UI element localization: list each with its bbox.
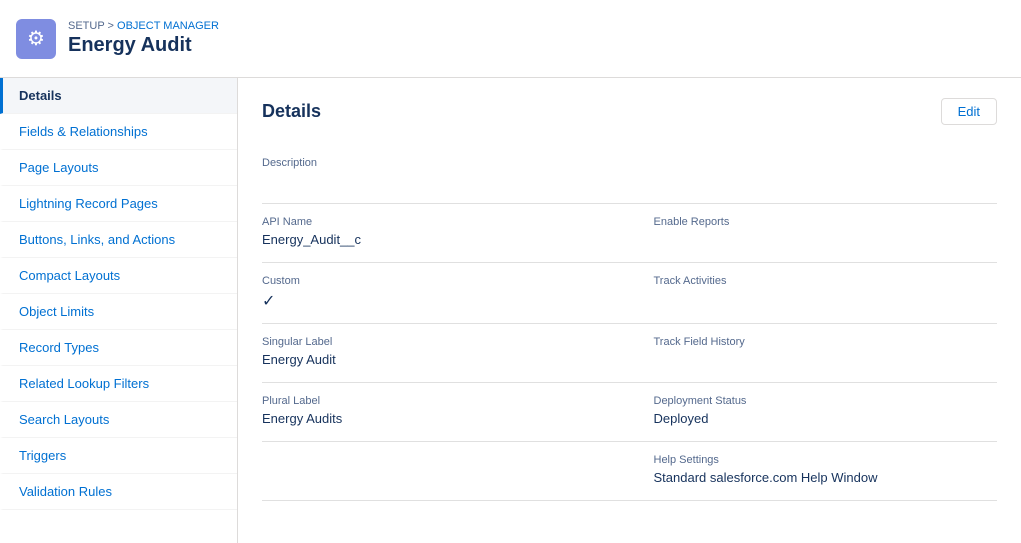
enable-reports-label: Enable Reports [654,216,998,228]
object-icon: ⚙ [16,19,56,59]
track-field-history-value [654,352,998,370]
sidebar-item-details[interactable]: Details [0,78,237,114]
singular-label-field-group: Singular Label Energy Audit [262,324,630,383]
track-activities-field-group: Track Activities [630,263,998,324]
deployment-status-field-group: Deployment Status Deployed [630,383,998,442]
sidebar-item-compact-layouts[interactable]: Compact Layouts [0,258,237,294]
help-settings-field-group: Help Settings Standard salesforce.com He… [630,442,998,501]
sidebar-item-related-lookup-filters[interactable]: Related Lookup Filters [0,366,237,402]
track-activities-label: Track Activities [654,275,998,287]
page-title: Energy Audit [68,34,219,57]
enable-reports-field-group: Enable Reports [630,204,998,263]
api-name-value: Energy_Audit__c [262,232,606,250]
sidebar-item-object-limits[interactable]: Object Limits [0,294,237,330]
edit-button[interactable]: Edit [941,98,997,125]
sidebar-item-page-layouts[interactable]: Page Layouts [0,150,237,186]
help-settings-label: Help Settings [654,454,998,466]
header-text: SETUP > OBJECT MANAGER Energy Audit [68,20,219,57]
sidebar-item-triggers[interactable]: Triggers [0,438,237,474]
description-value [262,173,997,191]
help-settings-value: Standard salesforce.com Help Window [654,470,998,488]
api-name-label: API Name [262,216,606,228]
content-title: Details [262,101,321,122]
api-name-field-group: API Name Energy_Audit__c [262,204,630,263]
sidebar-item-record-types[interactable]: Record Types [0,330,237,366]
sidebar-item-validation-rules[interactable]: Validation Rules [0,474,237,510]
content-area: Details Edit Description API Name Energy… [238,78,1021,543]
sidebar-item-buttons-links-actions[interactable]: Buttons, Links, and Actions [0,222,237,258]
content-header: Details Edit [262,98,997,125]
breadcrumb-separator: > [108,20,117,32]
main-layout: Details Fields & Relationships Page Layo… [0,78,1021,543]
custom-label: Custom [262,275,606,287]
empty-field-group [262,442,630,501]
track-field-history-field-group: Track Field History [630,324,998,383]
details-grid: Description API Name Energy_Audit__c Ena… [262,145,997,501]
breadcrumb-setup: SETUP [68,20,104,32]
enable-reports-value [654,232,998,250]
description-field-group: Description [262,145,997,204]
description-label: Description [262,157,997,169]
page-header: ⚙ SETUP > OBJECT MANAGER Energy Audit [0,0,1021,78]
plural-label-value: Energy Audits [262,411,606,429]
deployment-status-value: Deployed [654,411,998,429]
breadcrumb-object-manager[interactable]: OBJECT MANAGER [117,20,219,32]
singular-label-value: Energy Audit [262,352,606,370]
custom-value: ✓ [262,291,606,311]
track-activities-value [654,291,998,309]
breadcrumb: SETUP > OBJECT MANAGER [68,20,219,32]
deployment-status-label: Deployment Status [654,395,998,407]
track-field-history-label: Track Field History [654,336,998,348]
plural-label-label: Plural Label [262,395,606,407]
sidebar: Details Fields & Relationships Page Layo… [0,78,238,543]
singular-label-label: Singular Label [262,336,606,348]
plural-label-field-group: Plural Label Energy Audits [262,383,630,442]
sidebar-item-fields-relationships[interactable]: Fields & Relationships [0,114,237,150]
sidebar-item-lightning-record-pages[interactable]: Lightning Record Pages [0,186,237,222]
custom-field-group: Custom ✓ [262,263,630,324]
sidebar-item-search-layouts[interactable]: Search Layouts [0,402,237,438]
